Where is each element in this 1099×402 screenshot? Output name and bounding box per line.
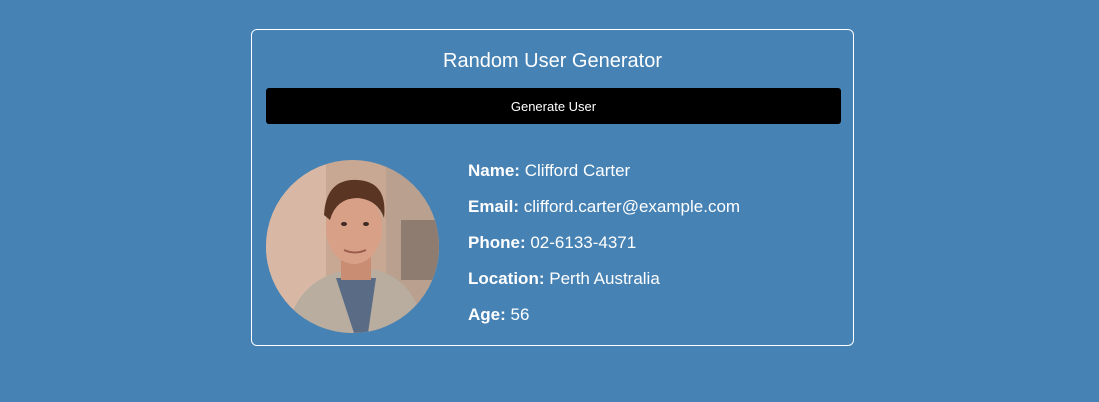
email-value: clifford.carter@example.com bbox=[523, 197, 741, 216]
email-label: Email: bbox=[468, 197, 520, 216]
location-label: Location: bbox=[468, 269, 545, 288]
user-card: Random User Generator Generate User Name… bbox=[251, 29, 854, 346]
generate-user-button[interactable]: Generate User bbox=[266, 88, 841, 124]
user-avatar bbox=[266, 160, 439, 333]
user-phone-row: Phone: 02-6133-4371 bbox=[468, 232, 838, 268]
user-location-row: Location: Perth Australia bbox=[468, 268, 838, 304]
location-value: Perth Australia bbox=[549, 269, 660, 288]
phone-label: Phone: bbox=[468, 233, 526, 252]
user-name-row: Name: Clifford Carter bbox=[468, 160, 838, 196]
name-value: Clifford Carter bbox=[524, 161, 631, 180]
user-email-row: Email: clifford.carter@example.com bbox=[468, 196, 838, 232]
age-label: Age: bbox=[468, 305, 506, 324]
phone-value: 02-6133-4371 bbox=[530, 233, 637, 252]
age-value: 56 bbox=[510, 305, 530, 324]
user-info: Name: Clifford Carter Email: clifford.ca… bbox=[468, 160, 838, 340]
user-age-row: Age: 56 bbox=[468, 304, 838, 340]
name-label: Name: bbox=[468, 161, 520, 180]
page-title: Random User Generator bbox=[443, 50, 662, 72]
